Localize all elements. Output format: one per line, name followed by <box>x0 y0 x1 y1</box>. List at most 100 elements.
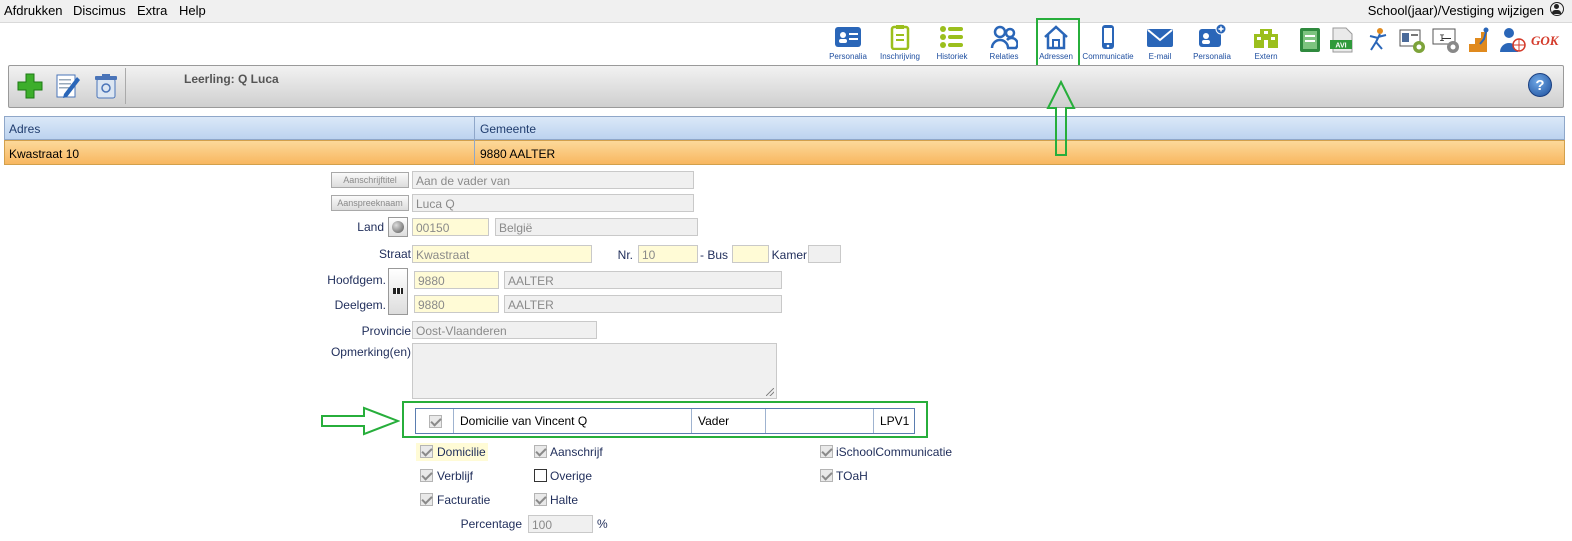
domicilie-list-item[interactable]: Domicilie van Vincent Q Vader LPV1 <box>415 408 915 434</box>
toolbar-relaties-button[interactable]: Relaties <box>980 24 1028 62</box>
cell-adres: Kwastraat 10 <box>9 147 80 161</box>
menu-extra[interactable]: Extra <box>137 3 167 18</box>
help-button[interactable]: ? <box>1528 73 1552 97</box>
svg-text:AVI: AVI <box>1335 43 1346 50</box>
gok-logo-icon[interactable]: GOK <box>1530 26 1564 54</box>
domicilie-row-code: LPV1 <box>880 414 910 428</box>
nr-field[interactable]: 10 <box>638 245 698 263</box>
add-icon[interactable] <box>16 72 44 100</box>
ischool-checkbox-label: iSchoolCommunicatie <box>836 445 953 459</box>
menu-afdrukken[interactable]: Afdrukken <box>4 3 63 18</box>
overige-checkbox[interactable] <box>534 469 547 482</box>
toolbar-extern-button[interactable]: Extern <box>1242 24 1290 62</box>
edit-icon[interactable] <box>54 72 82 100</box>
toolbar-label: Extern <box>1254 52 1278 61</box>
hoofdgem-label: Hoofdgem. <box>327 273 386 287</box>
svg-text:I: I <box>1439 34 1445 45</box>
school-building-icon <box>1254 29 1278 48</box>
hoofdgem-name-field[interactable]: AALTER <box>504 271 782 289</box>
provincie-field[interactable]: Oost-Vlaanderen <box>412 321 597 339</box>
aanschrijftitel-field[interactable]: Aan de vader van <box>412 171 694 189</box>
opmerking-label: Opmerking(en) <box>330 345 411 359</box>
nr-label: Nr. <box>617 248 633 262</box>
halte-checkbox[interactable] <box>534 493 547 506</box>
climbing-person-icon[interactable] <box>1466 26 1494 54</box>
facturatie-checkbox[interactable] <box>420 493 433 506</box>
domicilie-row-relation: Vader <box>692 409 766 433</box>
toolbar-email-button[interactable]: E-mail <box>1136 24 1184 62</box>
toolbar-label: Personalia <box>829 52 867 61</box>
address-grid-header: Adres Gemeente <box>4 116 1565 140</box>
envelope-icon <box>1147 29 1173 47</box>
cell-gemeente: 9880 AALTER <box>480 147 556 161</box>
toolbar-label: Historiek <box>936 52 968 61</box>
bus-field[interactable] <box>732 245 769 263</box>
percentage-label: Percentage <box>460 517 522 531</box>
school-year-switch-link[interactable]: School(jaar)/Vestiging wijzigen <box>1368 3 1544 18</box>
toolbar-inschrijving-button[interactable]: Inschrijving <box>876 24 924 62</box>
hoofdgem-code-field[interactable]: 9880 <box>414 271 499 289</box>
id-settings-icon[interactable] <box>1398 26 1426 54</box>
overige-checkbox-label: Overige <box>550 469 593 483</box>
notebook-icon[interactable] <box>1296 26 1324 54</box>
toah-checkbox-label: TOaH <box>836 469 868 483</box>
delete-icon[interactable] <box>92 72 120 100</box>
deelgem-label: Deelgem. <box>334 298 386 312</box>
halte-checkbox-label: Halte <box>550 493 579 507</box>
domicilie-checkbox[interactable] <box>420 445 433 458</box>
deelgem-name-field[interactable]: AALTER <box>504 295 782 313</box>
domicilie-row-checkbox-cell[interactable] <box>416 409 454 433</box>
toolbar-historiek-button[interactable]: Historiek <box>928 24 976 62</box>
aanschrijftitel-button[interactable]: Aanschrijftitel <box>331 172 409 188</box>
column-header-gemeente[interactable]: Gemeente <box>480 122 536 136</box>
toolbar-divider <box>125 68 126 104</box>
barcode-icon <box>393 288 403 294</box>
toah-checkbox[interactable] <box>820 469 833 482</box>
land-lookup-button[interactable] <box>388 217 408 237</box>
gemeente-lookup-button[interactable] <box>388 268 408 315</box>
ischool-checkbox[interactable] <box>820 445 833 458</box>
verblijf-checkbox[interactable] <box>420 469 433 482</box>
kamer-label: Kamer <box>771 248 807 262</box>
clipboard-icon <box>890 25 910 50</box>
stick-figure-tool-icon[interactable] <box>1364 26 1392 54</box>
straat-field[interactable]: Kwastraat <box>412 245 592 263</box>
provincie-label: Provincie <box>361 324 411 338</box>
table-row[interactable]: Kwastraat 10 9880 AALTER <box>4 140 1565 165</box>
opmerking-textarea[interactable] <box>412 343 777 399</box>
domicilie-row-name: Domicilie van Vincent Q <box>454 409 692 433</box>
land-name-field[interactable]: België <box>495 218 698 236</box>
toolbar-label: Communicatie <box>1082 52 1134 61</box>
percentage-field[interactable]: 100 <box>528 515 593 533</box>
toolbar-communicatie-button[interactable]: Communicatie <box>1082 24 1134 62</box>
percentage-unit: % <box>597 517 608 531</box>
text-settings-icon[interactable]: I <box>1432 26 1460 54</box>
bus-label: - Bus <box>699 248 728 262</box>
aanspreeknaam-field[interactable]: Luca Q <box>412 194 694 212</box>
page-title: Leerling: Q Luca <box>184 72 279 86</box>
toolbar-label: E-mail <box>1148 52 1172 61</box>
menu-bar: Afdrukken Discimus Extra Help School(jaa… <box>0 0 1572 23</box>
toolbar-personalia-button[interactable]: Personalia <box>824 24 872 62</box>
aanspreeknaam-button[interactable]: Aanspreeknaam <box>331 195 409 211</box>
kamer-field[interactable] <box>808 245 841 263</box>
deelgem-code-field[interactable]: 9880 <box>414 295 499 313</box>
up-arrow-annotation-icon <box>1046 80 1076 156</box>
right-arrow-annotation-icon <box>321 406 400 436</box>
land-code-field[interactable]: 00150 <box>412 218 489 236</box>
column-header-adres[interactable]: Adres <box>9 122 40 136</box>
toolbar-label: Personalia <box>1193 52 1231 61</box>
avi-file-icon[interactable]: AVI <box>1328 26 1356 54</box>
user-globe-icon[interactable] <box>1498 26 1526 54</box>
aanschrijf-checkbox[interactable] <box>534 445 547 458</box>
land-label: Land <box>357 220 384 234</box>
domicilie-row-checkbox[interactable] <box>429 415 442 428</box>
id-card-icon <box>835 27 861 47</box>
toolbar-personalia-plus-button[interactable]: Personalia <box>1188 24 1236 62</box>
people-icon <box>990 25 1018 50</box>
menu-discimus[interactable]: Discimus <box>73 3 126 18</box>
menu-help[interactable]: Help <box>179 3 206 18</box>
straat-label: Straat <box>378 247 411 261</box>
user-account-icon[interactable] <box>1550 2 1564 16</box>
list-icon <box>940 26 963 48</box>
